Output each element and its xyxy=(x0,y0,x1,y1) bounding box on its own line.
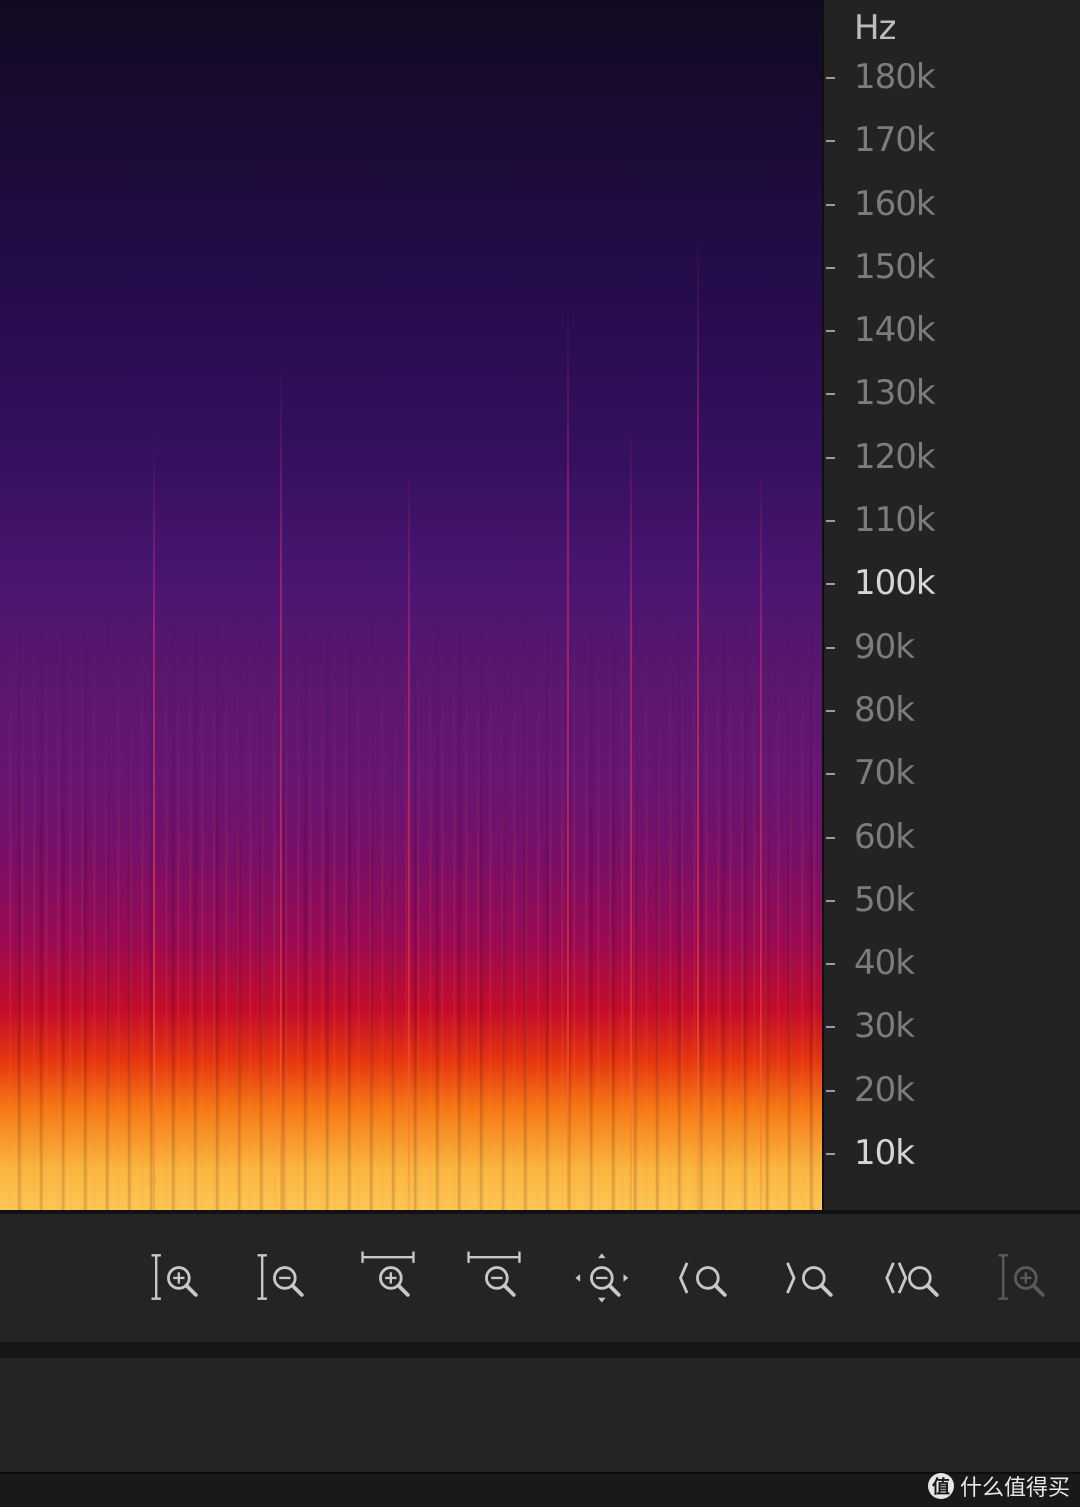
frequency-tick-label: 90k xyxy=(854,626,915,667)
frequency-tick-label: 40k xyxy=(854,943,915,984)
spectral-streak xyxy=(408,460,410,1210)
zoom-in-amplitude-icon xyxy=(998,1254,1045,1300)
frequency-ruler[interactable]: Hz 180k 170k 160k 150k 140k 130k 120k 110k 100k 9… xyxy=(822,0,1080,1210)
frequency-tick-mark xyxy=(826,140,835,143)
frequency-tick-mark xyxy=(826,646,835,649)
zoom-to-selection-in-button[interactable] xyxy=(670,1244,740,1310)
frequency-tick-label: 70k xyxy=(854,753,915,794)
frequency-tick-mark xyxy=(826,1089,835,1092)
status-bar xyxy=(0,1472,1080,1507)
frequency-tick-mark xyxy=(826,77,835,79)
zoom-in-disabled-button xyxy=(988,1244,1058,1310)
frequency-tick-mark xyxy=(826,709,835,712)
frequency-tick-label: 10k xyxy=(854,1133,915,1173)
zoom-in-time-icon xyxy=(361,1251,415,1297)
zoom-toolbar xyxy=(0,1214,1080,1342)
frequency-tick-mark xyxy=(826,330,835,333)
zoom-out-amplitude-button[interactable] xyxy=(247,1244,317,1310)
frequency-tick-label: 50k xyxy=(854,879,915,920)
frequency-tick-label: 80k xyxy=(854,689,915,730)
frequency-tick-label: 130k xyxy=(854,373,936,414)
frequency-tick-mark xyxy=(826,583,835,586)
frequency-tick-mark xyxy=(826,393,835,396)
zoom-to-selection-button[interactable] xyxy=(882,1244,952,1310)
frequency-tick-label: 110k xyxy=(854,500,936,541)
frequency-tick-mark xyxy=(826,456,835,459)
zoom-out-time-button[interactable] xyxy=(459,1244,529,1310)
frequency-unit-label: Hz xyxy=(854,8,896,48)
panel-separator xyxy=(0,1342,1080,1358)
frequency-tick-label: 60k xyxy=(854,816,915,857)
spectral-streak xyxy=(760,460,762,1210)
zoom-out-full-icon xyxy=(575,1253,629,1303)
frequency-tick-mark xyxy=(826,963,835,966)
frequency-tick-label: 160k xyxy=(854,183,936,224)
frequency-tick-label: 170k xyxy=(854,120,936,161)
watermark-text: 什么值得买 xyxy=(959,1476,1070,1501)
frequency-tick-mark xyxy=(826,899,835,902)
zoom-to-selection-out-button[interactable] xyxy=(776,1244,846,1310)
zoom-in-amplitude-button[interactable] xyxy=(141,1244,211,1310)
zoom-out-amplitude-icon xyxy=(257,1254,304,1300)
spectral-streak xyxy=(280,360,282,1210)
spectral-streak xyxy=(567,300,569,1210)
frequency-tick-label: 120k xyxy=(854,436,936,477)
frequency-tick-mark xyxy=(826,520,835,523)
frequency-tick-label: 20k xyxy=(854,1069,915,1110)
frequency-tick-mark xyxy=(826,836,835,839)
zoom-out-time-icon xyxy=(467,1251,521,1297)
lower-panel xyxy=(0,1358,1080,1472)
zoom-selection-out-icon xyxy=(786,1262,833,1297)
zoom-out-full-button[interactable] xyxy=(564,1244,634,1310)
frequency-tick-mark xyxy=(826,203,835,206)
frequency-tick-label: 150k xyxy=(854,246,936,287)
frequency-tick-mark xyxy=(826,773,835,776)
zoom-in-time-button[interactable] xyxy=(353,1244,423,1310)
frequency-tick-label: 180k xyxy=(854,57,936,97)
zoom-selection-in-icon xyxy=(678,1262,727,1297)
site-watermark: 值 什么值得买 xyxy=(927,1468,1070,1504)
frequency-tick-mark xyxy=(826,1026,835,1029)
frequency-tick-label: 140k xyxy=(854,310,936,351)
spectral-streak xyxy=(697,230,699,1210)
spectrogram-view[interactable] xyxy=(0,0,822,1210)
zoom-in-amplitude-icon xyxy=(151,1254,198,1300)
spectral-streak xyxy=(153,430,155,1210)
watermark-logo-icon: 值 xyxy=(927,1473,954,1499)
frequency-tick-mark xyxy=(826,266,835,269)
frequency-tick-label: 100k xyxy=(854,563,936,604)
frequency-tick-label: 30k xyxy=(854,1006,915,1047)
spectral-streak xyxy=(630,420,632,1210)
frequency-tick-mark xyxy=(826,1153,835,1155)
zoom-selection-icon xyxy=(885,1262,939,1297)
